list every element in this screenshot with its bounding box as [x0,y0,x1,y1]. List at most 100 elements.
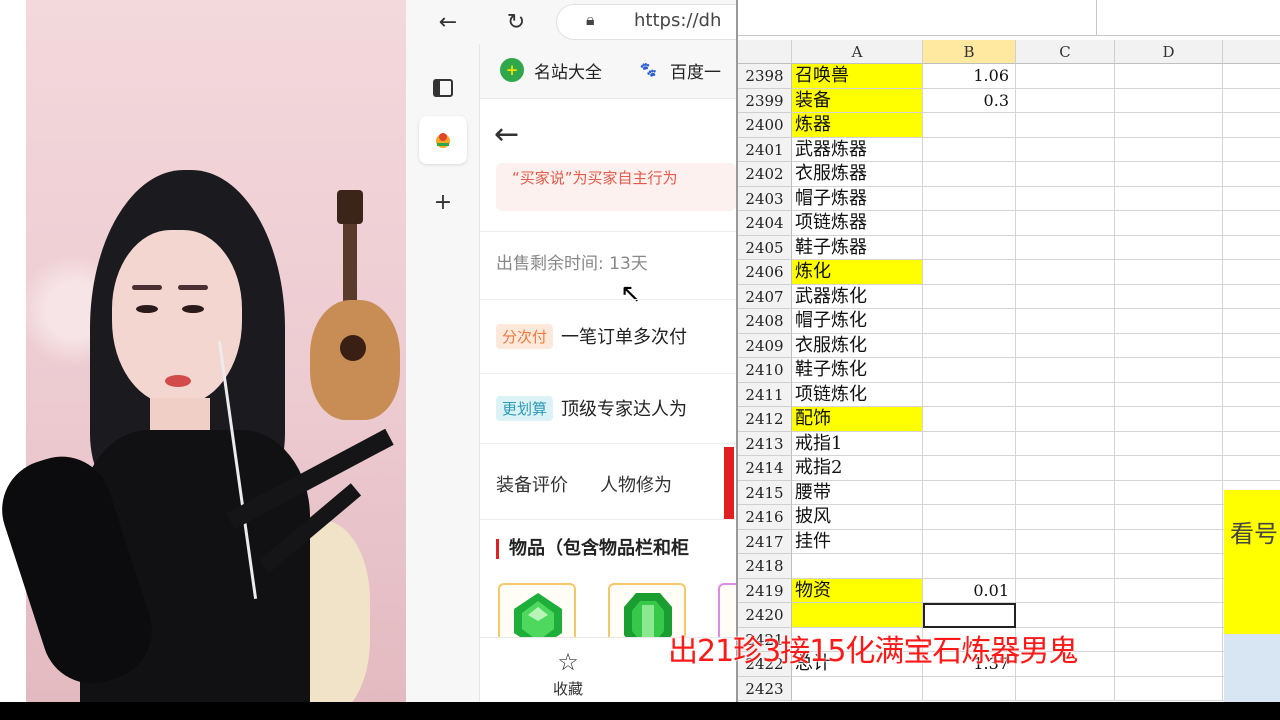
cell-b[interactable] [923,162,1016,187]
side-blue-cell[interactable] [1224,634,1280,704]
cell-a[interactable]: 武器炼器 [792,137,923,162]
row-number[interactable]: 2398 [738,64,792,89]
cell-e[interactable] [1223,89,1280,113]
cell-a[interactable]: 装备 [792,88,923,113]
cell-b[interactable] [923,505,1016,530]
cell-d[interactable] [1115,235,1223,260]
cell-d[interactable] [1115,162,1223,187]
cell-d[interactable] [1115,113,1223,138]
row-number[interactable]: 2418 [738,554,792,579]
cell-b[interactable] [923,358,1016,383]
refresh-icon[interactable]: ↻ [500,6,532,38]
cell-c[interactable] [1016,64,1115,89]
cell-d[interactable] [1115,554,1223,579]
cell-a[interactable]: 项链炼器 [792,211,923,236]
cell-d[interactable] [1115,603,1223,628]
cell-d[interactable] [1115,505,1223,530]
favorite-button[interactable]: ☆ 收藏 [544,648,592,699]
cell-b[interactable] [923,382,1016,407]
cell-a[interactable]: 鞋子炼化 [792,358,923,383]
cell-d[interactable] [1115,211,1223,236]
row-number[interactable]: 2423 [738,676,792,701]
side-highlight-cell[interactable]: 看号 [1224,490,1280,634]
app-shortcut-icon[interactable] [419,116,467,164]
cell-c[interactable] [1016,603,1115,628]
back-arrow-icon[interactable]: ← [432,6,464,38]
cell-a[interactable]: 武器炼化 [792,284,923,309]
cell-d[interactable] [1115,186,1223,211]
cell-d[interactable] [1115,284,1223,309]
cell-c[interactable] [1016,358,1115,383]
row-number[interactable]: 2410 [738,358,792,383]
cell-e[interactable] [1223,236,1280,260]
row-number[interactable]: 2417 [738,529,792,554]
cell-c[interactable] [1016,235,1115,260]
cell-c[interactable] [1016,162,1115,187]
row-number[interactable]: 2415 [738,480,792,505]
column-header-c[interactable]: C [1016,40,1115,64]
add-icon[interactable]: + [419,178,467,226]
row-number[interactable]: 2414 [738,456,792,481]
page-back-arrow-icon[interactable]: ← [494,117,519,152]
cell-b[interactable] [923,186,1016,211]
cell-b[interactable] [923,529,1016,554]
row-number[interactable]: 2404 [738,211,792,236]
cell-b[interactable] [923,480,1016,505]
cell-e[interactable] [1223,64,1280,89]
select-all-corner[interactable] [738,40,792,64]
cell-a[interactable]: 披风 [792,505,923,530]
cell-e[interactable] [1223,260,1280,285]
cell-a[interactable]: 炼化 [792,260,923,285]
bookmark-site-directory[interactable]: + 名站大全 [500,58,602,83]
cell-c[interactable] [1016,505,1115,530]
cell-e[interactable] [1223,162,1280,187]
cell-e[interactable] [1223,285,1280,309]
cell-e[interactable] [1223,309,1280,334]
tab-character-cultivation[interactable]: 人物修为 [600,471,672,497]
formula-bar[interactable] [738,0,1280,36]
cell-d[interactable] [1115,676,1223,701]
row-number[interactable]: 2403 [738,186,792,211]
cell-d[interactable] [1115,578,1223,603]
cell-d[interactable] [1115,333,1223,358]
row-number[interactable]: 2400 [738,113,792,138]
cell-c[interactable] [1016,480,1115,505]
cell-d[interactable] [1115,431,1223,456]
cell-a[interactable]: 炼器 [792,113,923,138]
installment-row[interactable]: 分次付 一笔订单多次付 [496,321,687,351]
cell-c[interactable] [1016,309,1115,334]
row-number[interactable]: 2406 [738,260,792,285]
cell-d[interactable] [1115,137,1223,162]
cell-a[interactable]: 帽子炼化 [792,309,923,334]
cell-c[interactable] [1016,431,1115,456]
cell-e[interactable] [1223,358,1280,383]
cell-a[interactable] [792,603,923,628]
row-number[interactable]: 2413 [738,431,792,456]
row-number[interactable]: 2402 [738,162,792,187]
cell-c[interactable] [1016,211,1115,236]
cell-b[interactable] [923,309,1016,334]
cell-c[interactable] [1016,186,1115,211]
cell-d[interactable] [1115,407,1223,432]
cell-b[interactable] [923,235,1016,260]
cell-e[interactable] [1223,407,1280,432]
cell-a[interactable]: 腰带 [792,480,923,505]
column-header-a[interactable]: A [792,40,923,64]
cell-b[interactable]: 0.3 [923,88,1016,113]
expert-row[interactable]: 更划算 顶级专家达人为 [496,393,687,423]
cell-d[interactable] [1115,382,1223,407]
cell-b[interactable] [923,676,1016,701]
bookmark-baidu[interactable]: 🐾︎ 百度一 [636,58,721,83]
cell-d[interactable] [1115,88,1223,113]
row-number[interactable]: 2401 [738,137,792,162]
cell-e[interactable] [1223,187,1280,211]
cell-c[interactable] [1016,284,1115,309]
cell-d[interactable] [1115,358,1223,383]
cell-e[interactable] [1223,113,1280,138]
cell-e[interactable] [1223,456,1280,481]
cell-d[interactable] [1115,456,1223,481]
cell-a[interactable] [792,554,923,579]
cell-c[interactable] [1016,260,1115,285]
row-number[interactable]: 2411 [738,382,792,407]
cell-c[interactable] [1016,88,1115,113]
